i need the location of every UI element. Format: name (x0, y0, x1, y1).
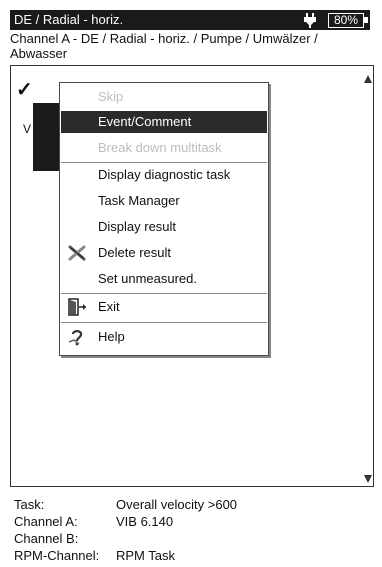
scroll-down-arrow-icon[interactable] (364, 475, 372, 483)
menu-item-label: Delete result (98, 245, 171, 260)
menu-item-label: Task Manager (98, 193, 180, 208)
window-title: DE / Radial - horiz. (14, 12, 124, 27)
menu-item-task-manager[interactable]: Task Manager (61, 190, 267, 212)
info-row-channel-b: Channel B: (10, 530, 374, 547)
battery-indicator: 80% (328, 13, 364, 28)
info-row-channel-a: Channel A: VIB 6.140 (10, 513, 374, 530)
menu-separator (61, 293, 267, 294)
menu-item-label: Help (98, 329, 125, 344)
info-value: VIB 6.140 (116, 514, 174, 529)
menu-item-skip[interactable]: Skip (61, 86, 267, 108)
menu-item-label: Display diagnostic task (98, 167, 231, 182)
menu-separator (61, 162, 267, 163)
task-tile[interactable] (33, 103, 60, 171)
task-info-panel: Task: Overall velocity >600 Channel A: V… (10, 496, 374, 564)
device-screen: DE / Radial - horiz. 80% Channel A - DE … (0, 0, 382, 567)
checkmark-icon: ✓ (16, 79, 33, 101)
title-bar: DE / Radial - horiz. 80% (10, 10, 370, 30)
menu-item-set-unmeasured[interactable]: Set unmeasured. (61, 268, 267, 290)
context-menu: Skip Event/Comment Break down multitask … (59, 82, 269, 356)
measurement-path: Channel A - DE / Radial - horiz. / Pumpe… (10, 31, 318, 61)
menu-item-label: Set unmeasured. (98, 271, 198, 286)
info-row-task: Task: Overall velocity >600 (10, 496, 374, 513)
menu-item-event-comment[interactable]: Event/Comment (61, 111, 267, 133)
battery-terminal-icon (364, 17, 368, 23)
exit-door-icon (68, 298, 86, 316)
scroll-up-arrow-icon[interactable] (364, 75, 372, 83)
menu-item-display-diagnostic-task[interactable]: Display diagnostic task (61, 164, 267, 186)
menu-item-label: Display result (98, 219, 177, 234)
info-key: Channel A: (14, 514, 78, 529)
menu-item-break-down-multitask[interactable]: Break down multitask (61, 137, 267, 159)
info-key: RPM-Channel: (14, 548, 100, 563)
menu-item-label: Break down multitask (98, 140, 222, 155)
info-key: Task: (14, 497, 45, 512)
menu-item-help[interactable]: Help (61, 326, 267, 348)
menu-item-exit[interactable]: Exit (61, 296, 267, 318)
info-key: Channel B: (14, 531, 79, 546)
power-plug-icon (304, 13, 316, 28)
delete-icon (68, 245, 86, 261)
info-value: RPM Task (116, 548, 175, 563)
menu-item-label: Exit (98, 299, 120, 314)
menu-item-display-result[interactable]: Display result (61, 216, 267, 238)
menu-item-label: Event/Comment (98, 114, 192, 129)
info-row-rpm-channel: RPM-Channel: RPM Task (10, 547, 374, 564)
menu-item-delete-result[interactable]: Delete result (61, 242, 267, 264)
menu-item-label: Skip (98, 89, 124, 104)
menu-separator (61, 322, 267, 323)
battery-level: 80% (333, 13, 359, 27)
task-tile-letter: V (23, 122, 32, 136)
help-icon (68, 330, 83, 346)
info-value: Overall velocity >600 (116, 497, 238, 512)
